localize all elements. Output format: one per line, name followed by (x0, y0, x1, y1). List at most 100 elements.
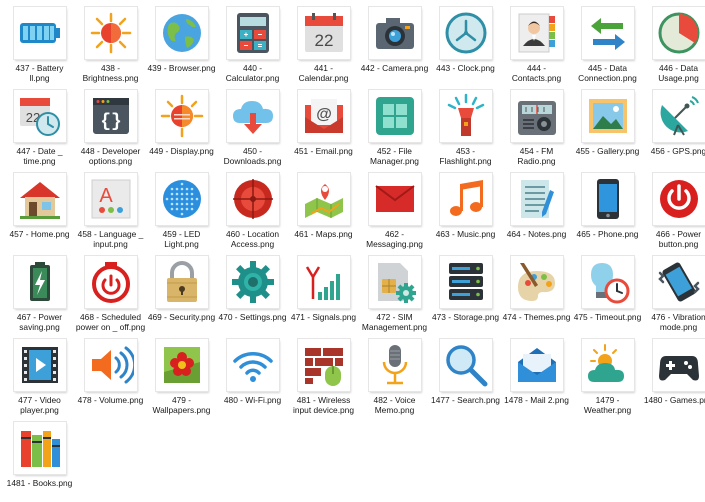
file-name: 479 - Wallpapers.png (147, 395, 217, 415)
file-name: 458 - Language _ input.png (76, 229, 146, 249)
file-item[interactable]: 445 - Data Connection.png (572, 4, 643, 87)
books-icon (14, 422, 66, 474)
file-item[interactable]: 439 - Browser.png (146, 4, 217, 87)
file-name: 464 - Notes.png (502, 229, 572, 239)
messaging-icon (369, 173, 421, 225)
wireless-input-icon (298, 339, 350, 391)
battery-icon (14, 7, 66, 59)
file-item[interactable]: 473 - Storage.png (430, 253, 501, 336)
file-item[interactable]: 443 - Clock.png (430, 4, 501, 87)
lock-icon (156, 256, 208, 308)
file-name: 448 - Developer options.png (76, 146, 146, 166)
file-item[interactable]: 460 - Location Access.png (217, 170, 288, 253)
file-name: 471 - Signals.png (289, 312, 359, 322)
file-name: 1479 - Weather.png (573, 395, 643, 415)
file-item[interactable]: 467 - Power saving.png (4, 253, 75, 336)
file-item[interactable]: 461 - Maps.png (288, 170, 359, 253)
globe-icon (156, 7, 208, 59)
file-item[interactable]: 1481 - Books.png (4, 419, 75, 502)
file-item[interactable]: 22 441 - Calendar.png (288, 4, 359, 87)
file-name: 443 - Clock.png (431, 63, 501, 73)
wifi-icon (227, 339, 279, 391)
email-icon: @ (298, 90, 350, 142)
file-item[interactable]: 478 - Volume.png (75, 336, 146, 419)
file-name: 453 - Flashlight.png (431, 146, 501, 166)
file-item[interactable]: @451 - Email.png (288, 87, 359, 170)
radio-icon (511, 90, 563, 142)
file-name: 445 - Data Connection.png (573, 63, 643, 83)
file-name: 460 - Location Access.png (218, 229, 288, 249)
file-item[interactable]: 480 - Wi-Fi.png (217, 336, 288, 419)
flashlight-icon (440, 90, 492, 142)
file-item[interactable]: 474 - Themes.png (501, 253, 572, 336)
led-light-icon (156, 173, 208, 225)
file-item[interactable]: 479 - Wallpapers.png (146, 336, 217, 419)
file-item[interactable]: 477 - Video player.png (4, 336, 75, 419)
calendar-icon: 22 (298, 7, 350, 59)
file-item[interactable]: 481 - Wireless input device.png (288, 336, 359, 419)
file-item[interactable]: 449 - Display.png (146, 87, 217, 170)
file-name: 478 - Volume.png (76, 395, 146, 405)
file-item[interactable]: 446 - Data Usage.png (643, 4, 705, 87)
file-name: 1477 - Search.png (431, 395, 501, 405)
file-item[interactable]: 475 - Timeout.png (572, 253, 643, 336)
file-item[interactable]: {}448 - Developer options.png (75, 87, 146, 170)
music-icon (440, 173, 492, 225)
scheduled-power-icon (85, 256, 137, 308)
file-name: 472 - SIM Management.png (360, 312, 430, 332)
weather-icon (582, 339, 634, 391)
map-icon (298, 173, 350, 225)
file-item[interactable]: 1480 - Games.png (643, 336, 705, 419)
file-item[interactable]: 456 - GPS.png (643, 87, 705, 170)
file-item[interactable]: 463 - Music.png (430, 170, 501, 253)
file-name: 454 - FM Radio.png (502, 146, 572, 166)
file-item[interactable]: 462 - Messaging.png (359, 170, 430, 253)
file-item[interactable]: 444 - Contacts.png (501, 4, 572, 87)
file-name: 1480 - Games.png (644, 395, 705, 405)
file-item[interactable]: 465 - Phone.png (572, 170, 643, 253)
downloads-icon (227, 90, 279, 142)
file-item[interactable]: 476 - Vibration mode.png (643, 253, 705, 336)
file-item[interactable]: 471 - Signals.png (288, 253, 359, 336)
file-name: 441 - Calendar.png (289, 63, 359, 83)
file-item[interactable]: 1479 - Weather.png (572, 336, 643, 419)
file-item[interactable]: 1478 - Mail 2.png (501, 336, 572, 419)
file-item[interactable]: 469 - Security.png (146, 253, 217, 336)
file-item[interactable]: 459 - LED Light.png (146, 170, 217, 253)
file-name: 450 - Downloads.png (218, 146, 288, 166)
file-name: 463 - Music.png (431, 229, 501, 239)
file-item[interactable]: 457 - Home.png (4, 170, 75, 253)
file-item[interactable]: 468 - Scheduled power on _ off.png (75, 253, 146, 336)
file-name: 470 - Settings.png (218, 312, 288, 322)
file-item[interactable]: 454 - FM Radio.png (501, 87, 572, 170)
microphone-icon (369, 339, 421, 391)
power-saving-icon (14, 256, 66, 308)
file-item[interactable]: 464 - Notes.png (501, 170, 572, 253)
file-name: 440 - Calculator.png (218, 63, 288, 83)
file-item[interactable]: 466 - Power button.png (643, 170, 705, 253)
file-item[interactable]: 450 - Downloads.png (217, 87, 288, 170)
file-item[interactable]: 440 - Calculator.png (217, 4, 288, 87)
file-item[interactable]: 472 - SIM Management.png (359, 253, 430, 336)
file-name: 446 - Data Usage.png (644, 63, 705, 83)
file-item[interactable]: 442 - Camera.png (359, 4, 430, 87)
file-item[interactable]: 482 - Voice Memo.png (359, 336, 430, 419)
file-item[interactable]: 22447 - Date _ time.png (4, 87, 75, 170)
display-icon (156, 90, 208, 142)
file-manager-icon (369, 90, 421, 142)
gallery-icon (582, 90, 634, 142)
data-usage-icon (653, 7, 705, 59)
gamepad-icon (653, 339, 705, 391)
date-time-icon: 22 (14, 90, 66, 142)
file-item[interactable]: 470 - Settings.png (217, 253, 288, 336)
file-item[interactable]: 1477 - Search.png (430, 336, 501, 419)
file-item[interactable]: 438 - Brightness.png (75, 4, 146, 87)
file-item[interactable]: 455 - Gallery.png (572, 87, 643, 170)
file-name: 461 - Maps.png (289, 229, 359, 239)
file-name: 451 - Email.png (289, 146, 359, 156)
file-item[interactable]: 437 - Battery ll.png (4, 4, 75, 87)
file-item[interactable]: 452 - File Manager.png (359, 87, 430, 170)
file-item[interactable]: 453 - Flashlight.png (430, 87, 501, 170)
sim-card-icon (369, 256, 421, 308)
file-item[interactable]: A458 - Language _ input.png (75, 170, 146, 253)
